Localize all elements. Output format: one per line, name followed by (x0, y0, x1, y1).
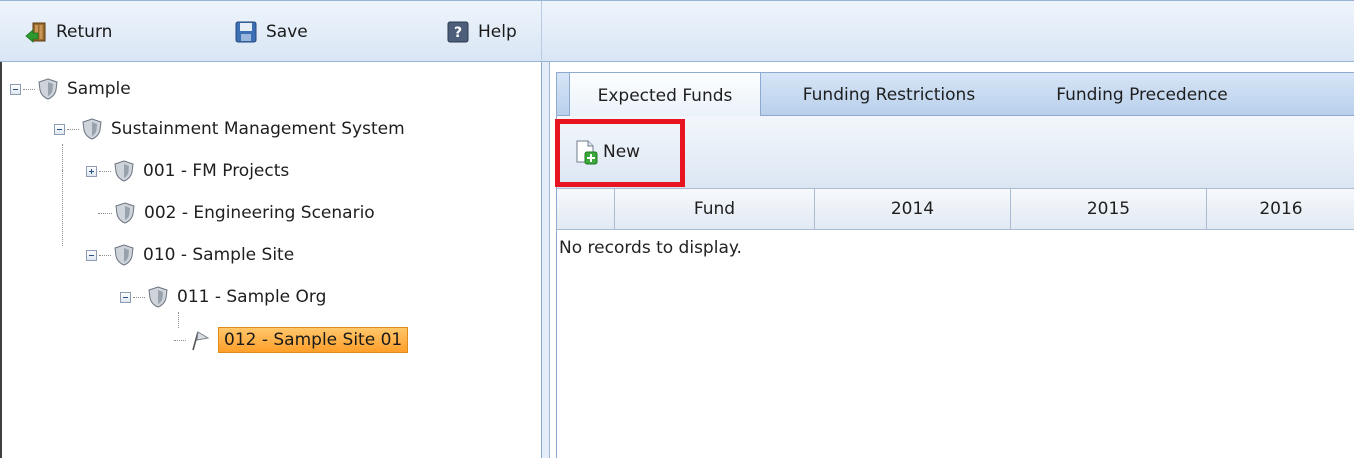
tree-dash (67, 128, 79, 130)
tree-node-label: 010 - Sample Site (143, 245, 295, 265)
tree-node-engineering-scenario[interactable]: 002 - Engineering Scenario (96, 198, 375, 228)
tab-label: Expected Funds (597, 85, 733, 106)
tree-dash (174, 339, 186, 341)
grid-header: Fund 2014 2015 2016 (556, 188, 1354, 230)
collapse-toggle-icon[interactable] (120, 291, 131, 303)
collapse-toggle-icon[interactable] (86, 249, 97, 261)
column-header-select (557, 189, 615, 229)
tree-node-label: Sustainment Management System (111, 119, 405, 139)
tree-node-fm-projects[interactable]: 001 - FM Projects (86, 156, 289, 186)
main-toolbar: Return Save ? Help (0, 0, 1354, 63)
help-icon: ? (447, 21, 469, 43)
help-label: Help (478, 22, 517, 42)
grid-body: No records to display. (556, 230, 1354, 458)
save-icon (235, 21, 257, 43)
tree-node-label: Sample (67, 79, 131, 99)
save-button[interactable]: Save (234, 19, 308, 45)
save-label: Save (266, 22, 308, 42)
tree-dash (99, 170, 111, 172)
tree-node-label: 011 - Sample Org (177, 287, 327, 307)
tab-funding-restrictions[interactable]: Funding Restrictions (767, 73, 1011, 117)
tree-node-label: 001 - FM Projects (143, 161, 290, 181)
column-header-2016[interactable]: 2016 (1207, 189, 1354, 229)
tree-dash (98, 212, 112, 214)
tree-dash (23, 88, 35, 90)
return-icon (25, 22, 46, 43)
tree-node-label: 002 - Engineering Scenario (144, 203, 375, 223)
tab-label: Funding Precedence (1056, 85, 1228, 105)
help-button[interactable]: ? Help (446, 19, 517, 45)
column-header-2015[interactable]: 2015 (1011, 189, 1207, 229)
flag-icon (192, 331, 210, 351)
toolbar-divider (541, 1, 542, 63)
shield-icon (148, 286, 168, 308)
column-header-label: 2014 (890, 199, 935, 219)
column-header-fund[interactable]: Fund (615, 189, 815, 229)
expand-toggle-icon[interactable] (86, 165, 97, 177)
shield-icon (115, 202, 135, 224)
shield-icon (82, 118, 102, 140)
tree-node-sample-org[interactable]: 011 - Sample Org (120, 282, 326, 312)
column-header-2014[interactable]: 2014 (815, 189, 1011, 229)
shield-icon (114, 160, 134, 182)
tab-expected-funds[interactable]: Expected Funds (569, 72, 761, 118)
tree-node-sample-site[interactable]: 010 - Sample Site (86, 240, 294, 270)
column-header-label: 2016 (1259, 199, 1303, 219)
pane-splitter[interactable] (542, 62, 550, 458)
shield-icon (114, 244, 134, 266)
return-button[interactable]: Return (24, 19, 112, 45)
tree-panel: Sample Sustainment Management System 001… (2, 62, 542, 458)
column-header-label: 2015 (1086, 199, 1131, 219)
tree-node-label-selected: 012 - Sample Site 01 (218, 327, 409, 353)
svg-text:?: ? (454, 25, 462, 41)
annotation-highlight-box (555, 119, 685, 187)
return-label: Return (56, 22, 113, 42)
tree-connector (62, 170, 63, 196)
shield-icon (38, 78, 58, 100)
tree-node-sustainment[interactable]: Sustainment Management System (54, 114, 405, 144)
tab-funding-precedence[interactable]: Funding Precedence (1027, 73, 1257, 117)
tab-strip: Expected Funds Funding Restrictions Fund… (556, 72, 1354, 118)
column-header-label: Fund (693, 199, 736, 219)
collapse-toggle-icon[interactable] (10, 83, 21, 95)
tree-dash (133, 296, 145, 298)
tree-node-sample-site-01[interactable]: 012 - Sample Site 01 (172, 325, 409, 355)
tab-label: Funding Restrictions (802, 85, 976, 105)
tree-dash (99, 254, 111, 256)
tree-node-sample[interactable]: Sample (10, 74, 131, 104)
empty-grid-message: No records to display. (559, 238, 742, 258)
collapse-toggle-icon[interactable] (54, 123, 65, 135)
